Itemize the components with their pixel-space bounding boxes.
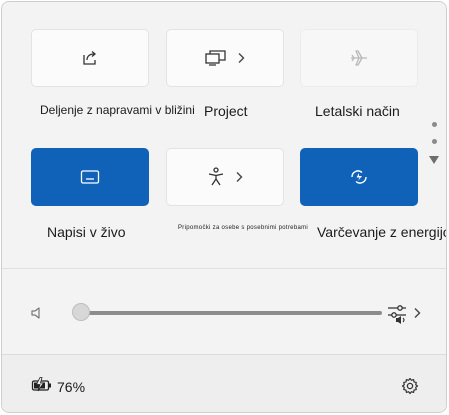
volume-row (2, 269, 446, 354)
tile-accessibility[interactable] (166, 148, 284, 206)
tile-accessibility-label: Pripomočki za osebe s posebnimi potrebam… (178, 225, 309, 231)
audio-mixer-icon[interactable] (387, 303, 413, 325)
gear-icon[interactable] (401, 377, 419, 395)
quick-settings-tiles: Deljenje z napravami v bližini Project L… (2, 2, 447, 268)
volume-slider-track[interactable] (82, 311, 382, 315)
page-dot[interactable] (432, 122, 437, 127)
tile-live-captions[interactable] (31, 148, 149, 206)
tile-project-label: Project (204, 103, 248, 119)
tile-energy-saver[interactable] (300, 148, 418, 206)
share-icon (83, 51, 97, 65)
footer: 76% (2, 354, 446, 412)
chevron-right-icon[interactable] (413, 307, 421, 319)
accessibility-icon (208, 167, 224, 186)
tile-airplane-mode-label: Letalski način (315, 103, 400, 119)
project-display-icon (205, 50, 226, 66)
tile-energy-saver-label: Varčevanje z energijo (317, 224, 447, 240)
tiles-pager[interactable] (427, 120, 441, 168)
chevron-right-icon[interactable] (237, 52, 245, 64)
page-dot[interactable] (432, 139, 437, 144)
tile-live-captions-label: Napisi v živo (47, 224, 126, 240)
scroll-down-icon[interactable] (429, 156, 439, 164)
airplane-icon (351, 50, 367, 66)
tile-nearby-sharing-label: Deljenje z napravami v bližini (40, 103, 195, 117)
quick-settings-panel: Deljenje z napravami v bližini Project L… (1, 1, 447, 413)
battery-charging-icon[interactable] (31, 377, 53, 393)
captions-icon (80, 170, 100, 184)
tile-project[interactable] (166, 29, 284, 87)
speaker-icon[interactable] (30, 306, 44, 320)
volume-slider-thumb[interactable] (72, 303, 90, 321)
tile-nearby-sharing[interactable] (31, 29, 149, 87)
energy-saver-icon (351, 170, 367, 184)
battery-percentage[interactable]: 76% (57, 379, 85, 395)
chevron-right-icon[interactable] (235, 171, 243, 183)
tile-airplane-mode[interactable] (300, 29, 418, 87)
